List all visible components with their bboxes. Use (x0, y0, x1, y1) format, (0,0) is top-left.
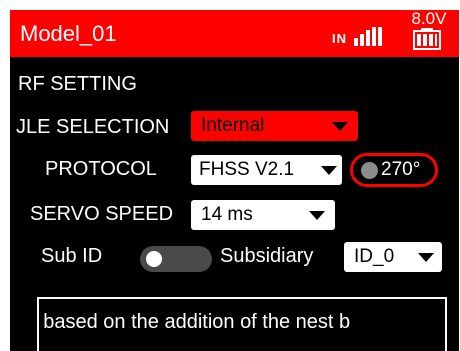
protocol-dropdown[interactable]: FHSS V2.1 (191, 155, 342, 185)
sub-id-toggle[interactable] (140, 246, 212, 272)
signal-bars-icon: IN (332, 27, 382, 46)
servo-speed-dropdown[interactable]: 14 ms (191, 200, 335, 230)
description-text: /2 based on the addition of the nest b (37, 311, 351, 333)
description-box: /2 based on the addition of the nest b (37, 297, 447, 351)
subsidiary-dropdown[interactable]: ID_0 (344, 242, 442, 272)
section-title: RF SETTING (18, 73, 137, 95)
module-selection-label: JLE SELECTION (16, 116, 170, 138)
dial-icon (361, 162, 378, 179)
servo-speed-value: 14 ms (201, 204, 253, 225)
subsidiary-value: ID_0 (354, 246, 395, 267)
battery-icon (413, 28, 441, 50)
title-bar: Model_01 IN 8.0V (10, 10, 459, 57)
protocol-angle-button[interactable]: 270° (350, 153, 438, 187)
caret-down-icon (309, 211, 325, 220)
model-name[interactable]: Model_01 (20, 21, 117, 47)
module-selection-value: Internal (201, 115, 265, 136)
caret-down-icon (418, 253, 434, 262)
toggle-knob (146, 251, 162, 267)
protocol-angle-value: 270° (381, 159, 421, 180)
subsidiary-label: Subsidiary (220, 245, 314, 267)
servo-speed-label: SERVO SPEED (30, 203, 174, 225)
caret-down-icon (321, 166, 337, 175)
screen: Model_01 IN 8.0V RF SETTING JLE SELECTIO… (10, 10, 459, 351)
caret-down-icon (332, 122, 348, 131)
module-selection-dropdown[interactable]: Internal (191, 111, 358, 141)
battery-voltage: 8.0V (411, 10, 447, 28)
protocol-value: FHSS V2.1 (199, 159, 295, 180)
rf-indicator-label: IN (332, 31, 347, 46)
protocol-label: PROTOCOL (45, 158, 157, 180)
sub-id-label: Sub ID (41, 245, 103, 267)
